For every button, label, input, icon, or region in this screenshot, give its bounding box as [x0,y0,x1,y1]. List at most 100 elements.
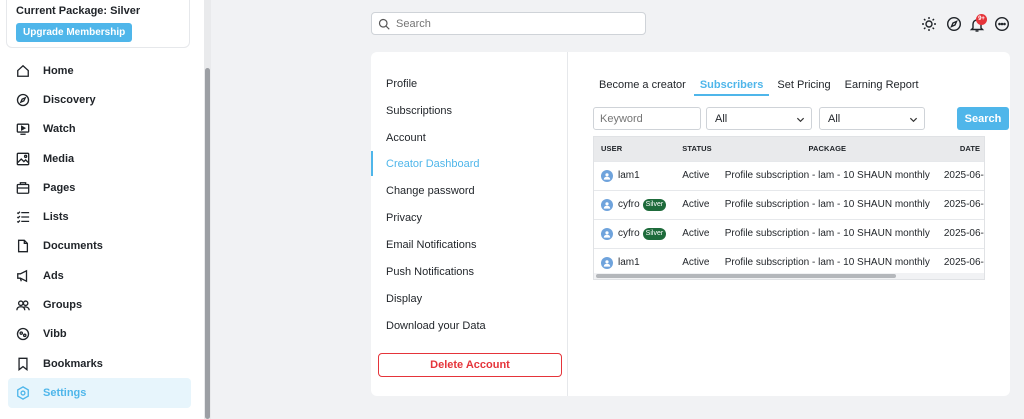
table-row: cyfro Silver Active Profile subscription … [594,189,984,219]
settings-item-privacy[interactable]: Privacy [386,212,422,224]
nav-label: Pages [43,181,76,194]
nav-item-groups[interactable]: Groups [8,290,191,319]
chevron-down-icon [909,117,918,123]
nav-label: Home [43,64,74,77]
nav-item-settings[interactable]: Settings [8,378,191,408]
nav-label: Bookmarks [43,357,103,370]
settings-item-download-data[interactable]: Download your Data [386,320,486,332]
user-name[interactable]: lam1 [618,257,640,268]
upgrade-membership-button[interactable]: Upgrade Membership [16,23,133,42]
global-search-input[interactable] [396,17,636,30]
filter-search-button[interactable]: Search [957,107,1009,130]
nav-item-lists[interactable]: Lists [8,202,191,231]
settings-menu: Profile Subscriptions Account Creator Da… [371,52,568,396]
package-card: Current Package: Silver Upgrade Membersh… [6,0,190,48]
table-scroll-thumb[interactable] [596,274,896,278]
image-icon [16,152,30,166]
main-nav: Home Discovery Watch Media Pages Lists D… [8,56,191,408]
nav-item-home[interactable]: Home [8,56,191,85]
settings-item-account[interactable]: Account [386,132,426,144]
notification-badge: 9+ [976,14,987,25]
sidebar-scrollbar[interactable] [204,0,211,419]
creator-tabs: Become a creator Subscribers Set Pricing… [599,79,933,96]
nav-label: Documents [43,240,103,253]
keyword-input[interactable] [593,107,701,130]
table-horizontal-scrollbar[interactable] [594,273,984,279]
date-cell: 2025-06-23 1 [929,160,984,190]
col-header-date: DATE [929,137,984,161]
avatar[interactable] [601,169,613,182]
col-header-package: PACKAGE [717,137,930,161]
tab-subscribers[interactable]: Subscribers [693,79,769,96]
settings-item-change-password[interactable]: Change password [386,185,475,197]
theme-sun-icon[interactable] [921,16,937,32]
settings-item-creator-dashboard[interactable]: Creator Dashboard [386,158,480,170]
active-indicator [371,151,373,176]
nav-label: Lists [43,211,69,224]
pages-icon [16,181,30,195]
nav-item-vibb[interactable]: Vibb [8,320,191,349]
membership-badge: Silver [642,198,667,211]
avatar[interactable] [601,198,613,211]
search-icon [378,18,390,30]
user-name[interactable]: cyfro [618,228,640,239]
avatar[interactable] [601,227,613,240]
settings-item-subscriptions[interactable]: Subscriptions [386,105,452,117]
nav-item-media[interactable]: Media [8,144,191,173]
status-cell: Active [675,189,718,219]
nav-label: Vibb [43,328,67,341]
package-title: Current Package: Silver [16,5,141,17]
settings-item-email-notifications[interactable]: Email Notifications [386,239,476,251]
delete-account-button[interactable]: Delete Account [378,353,562,377]
col-header-user: USER [594,137,676,161]
nav-item-ads[interactable]: Ads [8,261,191,290]
table-row: lam1 Active Profile subscription - lam -… [594,160,984,190]
date-cell: 2025-06-23 1 [929,218,984,248]
bookmark-icon [16,357,30,371]
compass-icon[interactable] [946,16,962,32]
status-cell: Active [675,218,718,248]
settings-card: Profile Subscriptions Account Creator Da… [371,52,1010,396]
nav-label: Discovery [43,93,96,106]
home-icon [16,64,30,78]
tab-set-pricing[interactable]: Set Pricing [777,79,830,96]
tab-earning-report[interactable]: Earning Report [845,79,919,96]
settings-item-push-notifications[interactable]: Push Notifications [386,266,474,278]
settings-icon [16,386,30,400]
filter-select-2[interactable]: All [819,107,925,130]
sidebar-scroll-thumb[interactable] [205,68,210,419]
user-name[interactable]: lam1 [618,170,640,181]
document-icon [16,239,30,253]
user-name[interactable]: cyfro [618,199,640,210]
package-cell: Profile subscription - lam - 10 SHAUN mo… [717,189,930,219]
filter-select-1[interactable]: All [706,107,812,130]
chevron-down-icon [796,117,805,123]
nav-item-bookmarks[interactable]: Bookmarks [8,349,191,378]
package-cell: Profile subscription - lam - 10 SHAUN mo… [717,160,930,190]
filter-select-1-value: All [715,112,728,125]
nav-label: Groups [43,299,83,312]
compass-icon [16,93,30,107]
nav-label: Ads [43,269,64,282]
megaphone-icon [16,269,30,283]
nav-item-discovery[interactable]: Discovery [8,85,191,114]
settings-item-profile[interactable]: Profile [386,78,417,90]
groups-icon [16,298,30,312]
nav-item-pages[interactable]: Pages [8,173,191,202]
nav-item-documents[interactable]: Documents [8,232,191,261]
filter-select-2-value: All [828,112,841,125]
col-header-status: STATUS [675,137,718,161]
status-cell: Active [675,160,718,190]
nav-item-watch[interactable]: Watch [8,115,191,144]
creator-dashboard-content: Become a creator Subscribers Set Pricing… [568,52,1010,396]
chat-icon[interactable] [994,16,1010,32]
global-search[interactable] [371,12,646,35]
avatar[interactable] [601,256,613,269]
settings-item-display[interactable]: Display [386,293,422,305]
membership-badge: Silver [642,227,667,240]
tab-become-creator[interactable]: Become a creator [599,79,686,96]
table-header-row: USER STATUS PACKAGE DATE [594,137,984,161]
subscribers-table: USER STATUS PACKAGE DATE lam1 Active Pro… [593,136,985,280]
list-icon [16,210,30,224]
date-cell: 2025-06-23 1 [929,189,984,219]
